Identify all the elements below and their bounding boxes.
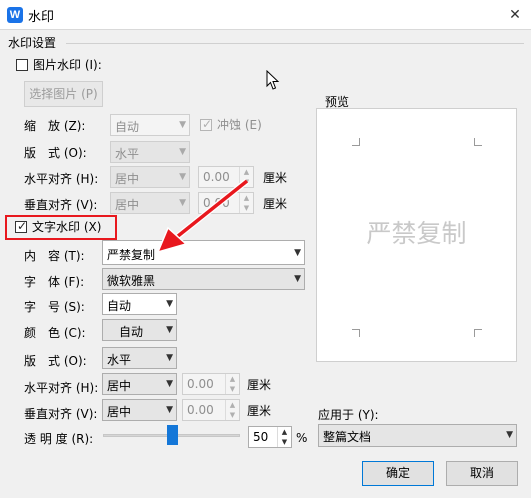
annotation-arrow-shaft [176,179,249,238]
mouse-cursor-icon [266,70,280,90]
